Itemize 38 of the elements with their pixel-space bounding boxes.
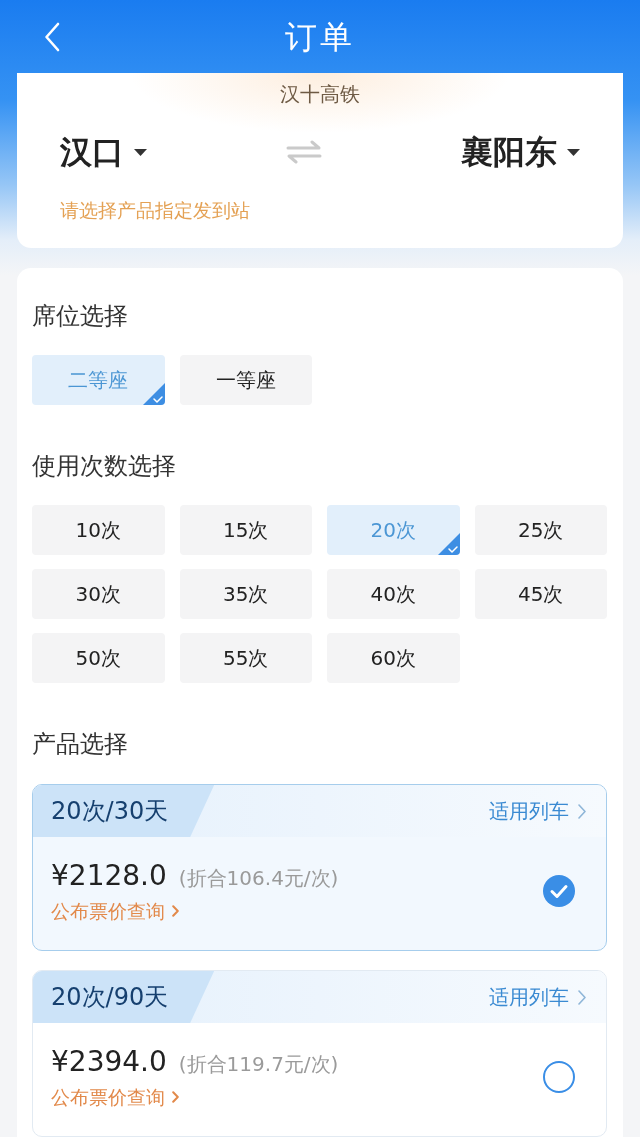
radio-button[interactable]	[543, 875, 575, 907]
caret-down-icon	[567, 148, 580, 156]
product-card[interactable]: 20次/90天 适用列车 ¥2394.0 (折合119.7元/次) 公布票价查询	[32, 970, 607, 1137]
count-option[interactable]: 30次	[32, 569, 165, 619]
corner-check-icon	[142, 383, 165, 405]
line-name: 汉十高铁	[280, 81, 360, 107]
count-option[interactable]: 40次	[327, 569, 460, 619]
corner-check-icon	[437, 533, 460, 555]
section-title: 席位选择	[32, 301, 128, 332]
count-option[interactable]: 55次	[179, 633, 312, 683]
count-option[interactable]: 25次	[474, 505, 607, 555]
caret-down-icon	[134, 148, 147, 156]
unit-price-text: (折合106.4元/次)	[178, 865, 339, 892]
chevron-right-icon	[578, 803, 586, 819]
hint-text: 请选择产品指定发到站	[60, 198, 250, 223]
count-option[interactable]: 15次	[179, 505, 312, 555]
unit-price-text: (折合119.7元/次)	[178, 1051, 339, 1078]
count-option[interactable]: 50次	[32, 633, 165, 683]
count-option[interactable]: 45次	[474, 569, 607, 619]
plan-name-tab: 20次/30天	[33, 785, 215, 837]
section-title: 使用次数选择	[32, 451, 176, 482]
count-option[interactable]: 60次	[327, 633, 460, 683]
seat-option[interactable]: 一等座	[179, 355, 312, 405]
radio-button[interactable]	[543, 1061, 575, 1093]
departure-station-dropdown[interactable]: 汉口	[60, 129, 147, 175]
page-title: 订单	[285, 16, 355, 57]
arrival-station-dropdown[interactable]: 襄阳东	[461, 129, 580, 175]
chevron-right-icon	[172, 905, 179, 917]
count-option[interactable]: 10次	[32, 505, 165, 555]
price-text: ¥2128.0	[51, 858, 167, 894]
product-card[interactable]: 20次/30天 适用列车 ¥2128.0 (折合106.4元/次) 公布票价查询	[32, 784, 607, 951]
back-icon	[44, 21, 60, 52]
plan-name-tab: 20次/90天	[33, 971, 215, 1023]
count-option[interactable]: 35次	[179, 569, 312, 619]
section-title: 产品选择	[32, 729, 128, 760]
chevron-right-icon	[578, 989, 586, 1005]
price-text: ¥2394.0	[51, 1044, 167, 1080]
chevron-right-icon	[172, 1091, 179, 1103]
